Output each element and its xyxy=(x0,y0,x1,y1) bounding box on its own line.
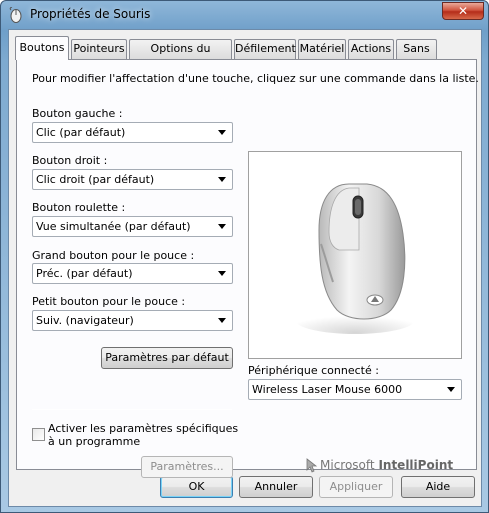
help-button[interactable]: Aide xyxy=(401,476,475,498)
dialog-client-area: Boutons Pointeurs Options du pointeur Dé… xyxy=(8,29,482,507)
default-settings-button[interactable]: Paramètres par défaut xyxy=(101,347,233,369)
small-thumb-button-value: Suiv. (navigateur) xyxy=(36,314,134,327)
tab-materiel[interactable]: Matériel xyxy=(298,39,346,59)
chevron-down-icon xyxy=(218,177,226,182)
ok-button[interactable]: OK xyxy=(160,476,233,498)
close-button[interactable]: ✕ xyxy=(442,2,484,20)
tab-actions[interactable]: Actions xyxy=(348,39,394,59)
tab-options-pointeur[interactable]: Options du pointeur xyxy=(129,39,232,73)
large-thumb-button-value: Préc. (par défaut) xyxy=(36,267,133,280)
apply-button[interactable]: Appliquer xyxy=(319,476,393,498)
brand-microsoft: Microsoft xyxy=(320,458,375,472)
wheel-button-dropdown[interactable]: Vue simultanée (par défaut) xyxy=(32,216,233,237)
large-thumb-button-dropdown[interactable]: Préc. (par défaut) xyxy=(32,263,233,284)
left-button-label: Bouton gauche : xyxy=(32,107,123,120)
tab-boutons[interactable]: Boutons xyxy=(15,36,69,60)
mouse-app-icon xyxy=(9,7,22,23)
tab-panel-boutons: Pour modifier l'affectation d'une touche… xyxy=(16,59,479,478)
chevron-down-icon xyxy=(218,318,226,323)
separator-line xyxy=(32,409,232,410)
chevron-down-icon xyxy=(218,224,226,229)
title-bar[interactable]: Propriétés de Souris ✕ xyxy=(1,1,488,29)
chevron-down-icon xyxy=(218,271,226,276)
cancel-button[interactable]: Annuler xyxy=(239,476,313,498)
tab-defilement[interactable]: Défilement xyxy=(234,39,296,59)
chevron-down-icon xyxy=(218,130,226,135)
connected-device-dropdown[interactable]: Wireless Laser Mouse 6000 xyxy=(248,379,462,400)
right-button-label: Bouton droit : xyxy=(32,154,108,167)
window-title: Propriétés de Souris xyxy=(30,7,151,21)
program-settings-button[interactable]: Paramètres... xyxy=(141,456,233,478)
left-button-value: Clic (par défaut) xyxy=(36,126,126,139)
mouse-illustration xyxy=(295,183,415,334)
right-button-value: Clic droit (par défaut) xyxy=(36,173,155,186)
large-thumb-button-label: Grand bouton pour le pouce : xyxy=(32,249,195,262)
connected-device-label: Périphérique connecté : xyxy=(248,364,379,377)
tab-pointeurs[interactable]: Pointeurs xyxy=(71,39,127,59)
connected-device-value: Wireless Laser Mouse 6000 xyxy=(252,383,403,396)
tab-sans-fil[interactable]: Sans fil xyxy=(396,39,437,73)
app-specific-checkbox[interactable] xyxy=(32,428,45,441)
wheel-button-value: Vue simultanée (par défaut) xyxy=(36,220,191,233)
chevron-down-icon xyxy=(447,387,455,392)
mouse-properties-window: Propriétés de Souris ✕ Boutons Pointeurs… xyxy=(0,0,489,513)
instructions-text: Pour modifier l'affectation d'une touche… xyxy=(32,72,479,85)
right-button-dropdown[interactable]: Clic droit (par défaut) xyxy=(32,169,233,190)
wheel-button-label: Bouton roulette : xyxy=(32,201,126,214)
app-specific-checkbox-label[interactable]: Activer les paramètres spécifiques à un … xyxy=(48,422,248,448)
small-thumb-button-label: Petit bouton pour le pouce : xyxy=(32,295,186,308)
brand-logo: Microsoft IntelliPoint xyxy=(320,458,453,472)
mouse-preview-image xyxy=(248,151,462,359)
close-icon: ✕ xyxy=(457,4,469,18)
brand-intellipoint: IntelliPoint xyxy=(378,458,454,472)
small-thumb-button-dropdown[interactable]: Suiv. (navigateur) xyxy=(32,310,233,331)
intellipoint-cursor-icon xyxy=(306,458,318,473)
left-button-dropdown[interactable]: Clic (par défaut) xyxy=(32,122,233,143)
